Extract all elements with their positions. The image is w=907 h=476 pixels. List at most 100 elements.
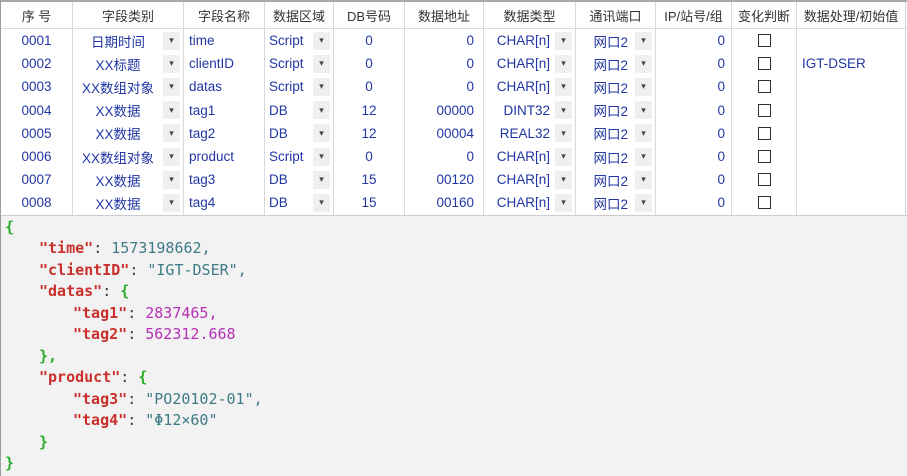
port-value[interactable]: 网口2: [576, 100, 635, 120]
change-detect-checkbox-0006[interactable]: [758, 150, 771, 163]
category-value[interactable]: XX数据: [73, 100, 163, 120]
dropdown-arrow-icon[interactable]: ▾: [163, 78, 180, 96]
dropdown-arrow-icon[interactable]: ▾: [313, 148, 330, 166]
cell-db-0004[interactable]: 12: [334, 99, 405, 122]
change-detect-checkbox-0007[interactable]: [758, 173, 771, 186]
cell-ip-0007[interactable]: 0: [656, 168, 732, 191]
category-value[interactable]: XX数组对象: [73, 77, 163, 97]
category-value[interactable]: XX数据: [73, 123, 163, 143]
dropdown-arrow-icon[interactable]: ▾: [163, 55, 180, 73]
port-value[interactable]: 网口2: [576, 54, 635, 74]
dropdown-arrow-icon[interactable]: ▾: [555, 32, 572, 50]
port-value[interactable]: 网口2: [576, 193, 635, 213]
dropdown-arrow-icon[interactable]: ▾: [635, 32, 652, 50]
dropdown-arrow-icon[interactable]: ▾: [163, 124, 180, 142]
cell-db-0002[interactable]: 0: [334, 52, 405, 75]
dropdown-arrow-icon[interactable]: ▾: [555, 101, 572, 119]
port-value[interactable]: 网口2: [576, 77, 635, 97]
area-value[interactable]: Script: [265, 79, 313, 94]
dropdown-arrow-icon[interactable]: ▾: [163, 101, 180, 119]
cell-init-0002[interactable]: IGT-DSER: [797, 52, 906, 75]
dropdown-arrow-icon[interactable]: ▾: [163, 194, 180, 212]
cell-ip-0004[interactable]: 0: [656, 99, 732, 122]
dropdown-arrow-icon[interactable]: ▾: [555, 55, 572, 73]
cell-db-0007[interactable]: 15: [334, 168, 405, 191]
dropdown-arrow-icon[interactable]: ▾: [313, 78, 330, 96]
cell-name-0006[interactable]: product: [184, 145, 265, 168]
cell-ip-0006[interactable]: 0: [656, 145, 732, 168]
area-value[interactable]: DB: [265, 195, 313, 210]
cell-name-0002[interactable]: clientID: [184, 52, 265, 75]
area-value[interactable]: Script: [265, 56, 313, 71]
cell-name-0007[interactable]: tag3: [184, 168, 265, 191]
change-detect-checkbox-0004[interactable]: [758, 104, 771, 117]
cell-init-0003[interactable]: [797, 75, 906, 98]
dropdown-arrow-icon[interactable]: ▾: [313, 32, 330, 50]
change-detect-checkbox-0003[interactable]: [758, 80, 771, 93]
category-value[interactable]: XX标题: [73, 54, 163, 74]
cell-name-0004[interactable]: tag1: [184, 99, 265, 122]
area-value[interactable]: Script: [265, 149, 313, 164]
area-value[interactable]: DB: [265, 126, 313, 141]
change-detect-checkbox-0001[interactable]: [758, 34, 771, 47]
dropdown-arrow-icon[interactable]: ▾: [635, 194, 652, 212]
cell-addr-0003[interactable]: 0: [405, 75, 484, 98]
cell-name-0008[interactable]: tag4: [184, 191, 265, 214]
dropdown-arrow-icon[interactable]: ▾: [163, 171, 180, 189]
change-detect-checkbox-0002[interactable]: [758, 57, 771, 70]
dtype-value[interactable]: CHAR[n]: [484, 172, 555, 187]
dtype-value[interactable]: CHAR[n]: [484, 79, 555, 94]
category-value[interactable]: XX数据: [73, 193, 163, 213]
cell-ip-0001[interactable]: 0: [656, 29, 732, 52]
cell-name-0005[interactable]: tag2: [184, 122, 265, 145]
dtype-value[interactable]: CHAR[n]: [484, 33, 555, 48]
dropdown-arrow-icon[interactable]: ▾: [555, 194, 572, 212]
area-value[interactable]: DB: [265, 103, 313, 118]
cell-ip-0008[interactable]: 0: [656, 191, 732, 214]
cell-db-0001[interactable]: 0: [334, 29, 405, 52]
dropdown-arrow-icon[interactable]: ▾: [163, 148, 180, 166]
dropdown-arrow-icon[interactable]: ▾: [163, 32, 180, 50]
dtype-value[interactable]: CHAR[n]: [484, 56, 555, 71]
cell-addr-0005[interactable]: 00004: [405, 122, 484, 145]
dropdown-arrow-icon[interactable]: ▾: [313, 124, 330, 142]
cell-db-0003[interactable]: 0: [334, 75, 405, 98]
dropdown-arrow-icon[interactable]: ▾: [635, 124, 652, 142]
dropdown-arrow-icon[interactable]: ▾: [635, 55, 652, 73]
cell-addr-0004[interactable]: 00000: [405, 99, 484, 122]
cell-addr-0001[interactable]: 0: [405, 29, 484, 52]
port-value[interactable]: 网口2: [576, 123, 635, 143]
cell-init-0005[interactable]: [797, 122, 906, 145]
dropdown-arrow-icon[interactable]: ▾: [635, 101, 652, 119]
cell-db-0005[interactable]: 12: [334, 122, 405, 145]
change-detect-checkbox-0008[interactable]: [758, 196, 771, 209]
change-detect-checkbox-0005[interactable]: [758, 127, 771, 140]
dropdown-arrow-icon[interactable]: ▾: [313, 194, 330, 212]
cell-addr-0008[interactable]: 00160: [405, 191, 484, 214]
cell-db-0008[interactable]: 15: [334, 191, 405, 214]
cell-ip-0005[interactable]: 0: [656, 122, 732, 145]
dropdown-arrow-icon[interactable]: ▾: [635, 78, 652, 96]
dropdown-arrow-icon[interactable]: ▾: [313, 101, 330, 119]
category-value[interactable]: XX数据: [73, 170, 163, 190]
dropdown-arrow-icon[interactable]: ▾: [313, 55, 330, 73]
dtype-value[interactable]: REAL32: [484, 126, 555, 141]
cell-db-0006[interactable]: 0: [334, 145, 405, 168]
cell-ip-0002[interactable]: 0: [656, 52, 732, 75]
cell-name-0003[interactable]: datas: [184, 75, 265, 98]
port-value[interactable]: 网口2: [576, 31, 635, 51]
dropdown-arrow-icon[interactable]: ▾: [555, 78, 572, 96]
cell-init-0008[interactable]: [797, 191, 906, 214]
port-value[interactable]: 网口2: [576, 147, 635, 167]
area-value[interactable]: Script: [265, 33, 313, 48]
cell-addr-0007[interactable]: 00120: [405, 168, 484, 191]
cell-init-0007[interactable]: [797, 168, 906, 191]
dropdown-arrow-icon[interactable]: ▾: [555, 171, 572, 189]
cell-init-0004[interactable]: [797, 99, 906, 122]
dtype-value[interactable]: CHAR[n]: [484, 149, 555, 164]
dropdown-arrow-icon[interactable]: ▾: [313, 171, 330, 189]
dropdown-arrow-icon[interactable]: ▾: [555, 124, 572, 142]
category-value[interactable]: XX数组对象: [73, 147, 163, 167]
cell-init-0001[interactable]: [797, 29, 906, 52]
dropdown-arrow-icon[interactable]: ▾: [555, 148, 572, 166]
